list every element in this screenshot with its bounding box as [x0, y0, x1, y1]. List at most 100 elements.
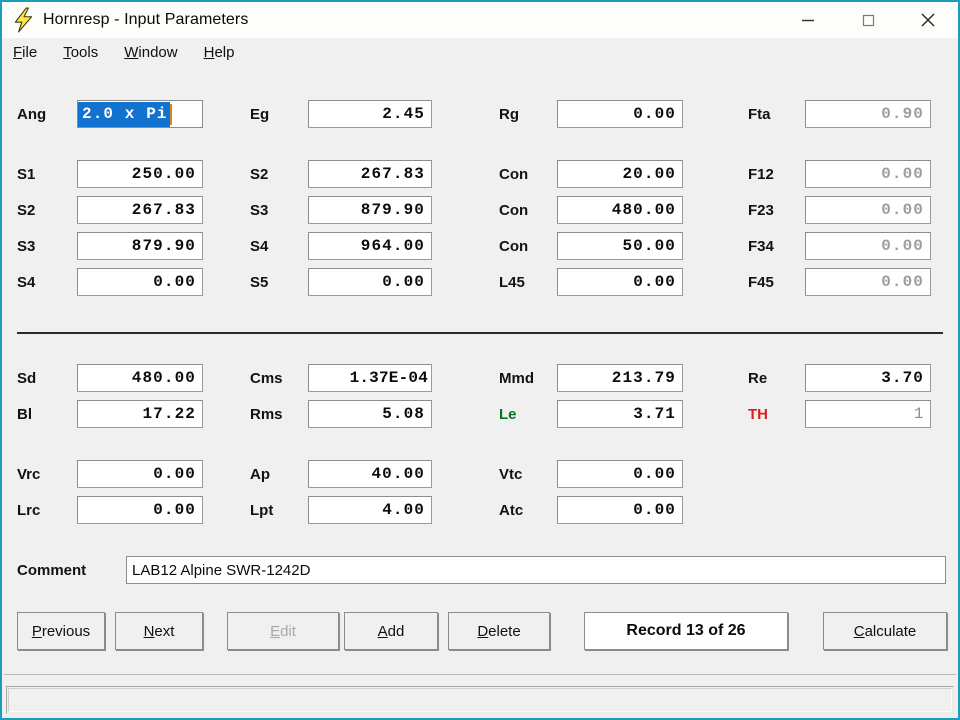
label-f12: F12	[748, 165, 774, 183]
label-re: Re	[748, 369, 768, 387]
label-con-2: Con	[499, 201, 529, 219]
menu-item-window[interactable]: Window	[124, 44, 177, 61]
label-bl: Bl	[17, 405, 32, 423]
menu-item-tools[interactable]: Tools	[63, 44, 98, 61]
label-lrc: Lrc	[17, 501, 41, 519]
field-con-3[interactable]: 50.00	[557, 232, 683, 260]
title-bar: Hornresp - Input Parameters	[2, 2, 958, 38]
label-con-1: Con	[499, 165, 529, 183]
label-sd: Sd	[17, 369, 37, 387]
label-fta: Fta	[748, 105, 771, 123]
label-s2-col2: S2	[250, 165, 269, 183]
field-s2-col2[interactable]: 267.83	[308, 160, 432, 188]
field-th[interactable]: 1	[805, 400, 931, 428]
calculate-button[interactable]: Calculate	[823, 612, 947, 650]
field-bl[interactable]: 17.22	[77, 400, 203, 428]
field-con-2[interactable]: 480.00	[557, 196, 683, 224]
label-s1: S1	[17, 165, 36, 183]
field-s4[interactable]: 0.00	[77, 268, 203, 296]
label-atc: Atc	[499, 501, 524, 519]
maximize-icon	[862, 14, 875, 27]
field-s3[interactable]: 879.90	[77, 232, 203, 260]
previous-button[interactable]: Previous	[17, 612, 105, 650]
field-con-1[interactable]: 20.00	[557, 160, 683, 188]
delete-button[interactable]: Delete	[448, 612, 550, 650]
field-sd[interactable]: 480.00	[77, 364, 203, 392]
next-button[interactable]: Next	[115, 612, 203, 650]
field-s5[interactable]: 0.00	[308, 268, 432, 296]
field-f34: 0.00	[805, 232, 931, 260]
param-row-9: Lrc 0.00 Lpt 4.00 Atc 0.00	[2, 496, 958, 524]
field-s2[interactable]: 267.83	[77, 196, 203, 224]
param-row-6: Sd 480.00 Cms 1.37E-04 Mmd 213.79 Re 3.7…	[2, 364, 958, 392]
status-bar	[6, 686, 954, 714]
field-s3-col2[interactable]: 879.90	[308, 196, 432, 224]
label-rms: Rms	[250, 405, 283, 423]
minimize-button[interactable]	[778, 2, 838, 38]
label-le: Le	[499, 405, 517, 423]
menu-item-help[interactable]: Help	[204, 44, 235, 61]
field-s4-col2[interactable]: 964.00	[308, 232, 432, 260]
field-s1[interactable]: 250.00	[77, 160, 203, 188]
comment-label: Comment	[17, 561, 87, 579]
window-controls	[778, 2, 958, 38]
field-ang-value: 2.0 x Pi	[78, 101, 170, 127]
field-f45: 0.00	[805, 268, 931, 296]
close-icon	[921, 13, 935, 27]
statusbar-separator	[4, 674, 956, 675]
param-row-4: S3 879.90 S4 964.00 Con 50.00 F34 0.00	[2, 232, 958, 260]
label-s4-col2: S4	[250, 237, 269, 255]
label-f45: F45	[748, 273, 774, 291]
field-fta: 0.90	[805, 100, 931, 128]
lightning-bolt-icon	[14, 7, 33, 33]
field-atc[interactable]: 0.00	[557, 496, 683, 524]
field-cms[interactable]: 1.37E-04	[308, 364, 432, 392]
field-ap[interactable]: 40.00	[308, 460, 432, 488]
field-re[interactable]: 3.70	[805, 364, 931, 392]
close-button[interactable]	[898, 2, 958, 38]
maximize-button[interactable]	[838, 2, 898, 38]
param-row-7: Bl 17.22 Rms 5.08 Le 3.71 TH 1	[2, 400, 958, 428]
field-f23: 0.00	[805, 196, 931, 224]
field-rg[interactable]: 0.00	[557, 100, 683, 128]
field-le[interactable]: 3.71	[557, 400, 683, 428]
label-s3-col2: S3	[250, 201, 269, 219]
label-s5: S5	[250, 273, 269, 291]
field-l45[interactable]: 0.00	[557, 268, 683, 296]
label-lpt: Lpt	[250, 501, 274, 519]
menu-item-file[interactable]: File	[13, 44, 37, 61]
minimize-icon	[802, 19, 814, 22]
add-button[interactable]: Add	[344, 612, 438, 650]
hornresp-window: Hornresp - Input Parameters File Tools W…	[0, 0, 960, 720]
edit-button: Edit	[227, 612, 339, 650]
field-f12: 0.00	[805, 160, 931, 188]
field-ang[interactable]: 2.0 x Pi	[77, 100, 203, 128]
field-vrc[interactable]: 0.00	[77, 460, 203, 488]
label-f34: F34	[748, 237, 774, 255]
comment-input[interactable]: LAB12 Alpine SWR-1242D	[126, 556, 946, 584]
param-row-3: S2 267.83 S3 879.90 Con 480.00 F23 0.00	[2, 196, 958, 224]
field-lpt[interactable]: 4.00	[308, 496, 432, 524]
record-counter: Record 13 of 26	[584, 612, 788, 650]
field-vtc[interactable]: 0.00	[557, 460, 683, 488]
label-l45: L45	[499, 273, 525, 291]
label-mmd: Mmd	[499, 369, 534, 387]
menu-bar: File Tools Window Help	[2, 38, 958, 66]
param-row-1: Ang 2.0 x Pi Eg 2.45 Rg 0.00 Fta 0.90	[2, 100, 958, 128]
comment-row: Comment LAB12 Alpine SWR-1242D	[17, 556, 947, 584]
text-caret	[169, 103, 172, 125]
label-s4: S4	[17, 273, 36, 291]
field-lrc[interactable]: 0.00	[77, 496, 203, 524]
label-vrc: Vrc	[17, 465, 41, 483]
label-s3: S3	[17, 237, 36, 255]
param-row-5: S4 0.00 S5 0.00 L45 0.00 F45 0.00	[2, 268, 958, 296]
field-mmd[interactable]: 213.79	[557, 364, 683, 392]
param-row-8: Vrc 0.00 Ap 40.00 Vtc 0.00	[2, 460, 958, 488]
label-vtc: Vtc	[499, 465, 523, 483]
label-ap: Ap	[250, 465, 270, 483]
field-rms[interactable]: 5.08	[308, 400, 432, 428]
label-rg: Rg	[499, 105, 519, 123]
label-th: TH	[748, 405, 768, 423]
field-eg[interactable]: 2.45	[308, 100, 432, 128]
label-f23: F23	[748, 201, 774, 219]
